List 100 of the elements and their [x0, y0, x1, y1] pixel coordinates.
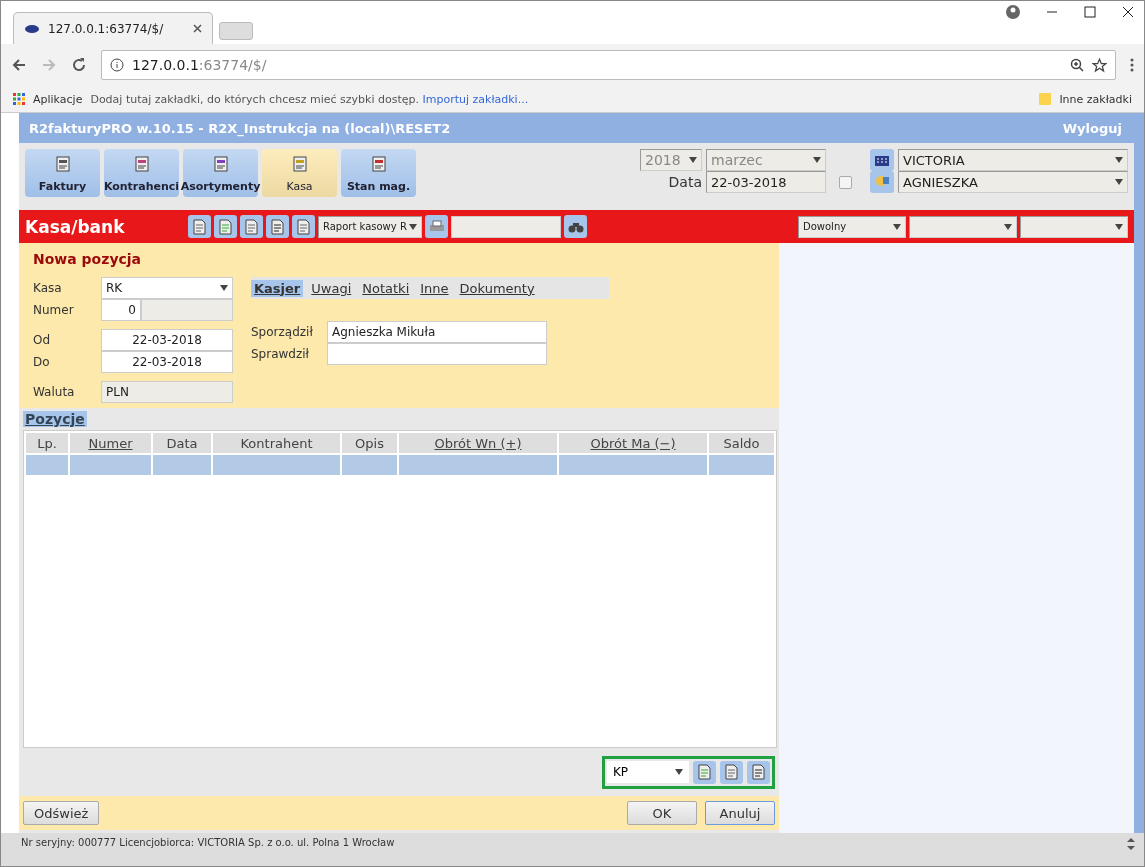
- search-button[interactable]: [564, 215, 587, 238]
- back-icon[interactable]: [11, 57, 27, 73]
- filter-select[interactable]: [1020, 215, 1128, 238]
- form-tab[interactable]: Dokumenty: [456, 279, 538, 297]
- caret-icon: [675, 769, 683, 775]
- caret-icon: [1004, 223, 1012, 230]
- caret-icon: [893, 223, 901, 230]
- field-label: Sporządził: [251, 325, 314, 339]
- filter-select[interactable]: Dowolny: [798, 215, 906, 238]
- form-tab[interactable]: Inne: [417, 279, 452, 297]
- add-document-icon: [697, 764, 712, 780]
- table-cell: [153, 455, 211, 475]
- module-icon: [133, 155, 150, 173]
- other-bookmarks[interactable]: Inne zakładki: [1059, 92, 1132, 106]
- close-icon[interactable]: [193, 24, 202, 33]
- site-icon: [24, 23, 40, 34]
- column-header: Saldo: [709, 433, 774, 453]
- caret-icon: [813, 157, 821, 163]
- checked-by-field[interactable]: [327, 343, 547, 365]
- close-icon[interactable]: [1122, 6, 1134, 18]
- print-button[interactable]: [425, 215, 448, 238]
- form-tab[interactable]: Uwagi: [308, 279, 355, 297]
- remove-button[interactable]: [747, 760, 770, 784]
- date-checkbox[interactable]: [838, 175, 852, 189]
- field-label: Kasa: [33, 281, 63, 295]
- search-field[interactable]: [451, 215, 561, 238]
- import-bookmarks-link[interactable]: Importuj zakładki...: [422, 92, 529, 106]
- toolbar-button[interactable]: [214, 215, 237, 238]
- module-button[interactable]: Asortymenty: [183, 149, 258, 197]
- table-cell: [342, 455, 397, 475]
- apps-icon[interactable]: [13, 93, 25, 105]
- column-header: Lp.: [26, 433, 68, 453]
- info-icon[interactable]: [110, 58, 124, 72]
- module-button[interactable]: Faktury: [25, 149, 100, 197]
- date-from-field[interactable]: 22-03-2018: [101, 329, 233, 351]
- zoom-icon[interactable]: [1070, 58, 1084, 72]
- user-select[interactable]: AGNIESZKA: [898, 171, 1128, 193]
- refresh-document-icon: [296, 218, 311, 235]
- cancel-button[interactable]: Anuluj: [705, 801, 775, 825]
- printer-icon: [428, 219, 445, 234]
- field-label: Od: [33, 333, 52, 347]
- caret-icon: [689, 157, 697, 163]
- form-tab[interactable]: Kasjer: [251, 279, 304, 297]
- caret-icon: [1115, 179, 1123, 185]
- profile-icon[interactable]: [1006, 5, 1020, 19]
- column-header: Opis: [342, 433, 397, 453]
- edit-document-icon: [244, 218, 259, 235]
- module-icon: [370, 155, 387, 173]
- caret-icon: [1115, 157, 1123, 163]
- report-select[interactable]: Raport kasowy R: [318, 215, 422, 238]
- toolbar-button[interactable]: [292, 215, 315, 238]
- date-field[interactable]: 22-03-2018: [706, 171, 826, 193]
- number-field[interactable]: 0: [101, 299, 141, 321]
- column-header[interactable]: Numer: [70, 433, 151, 453]
- browser-tab[interactable]: 127.0.0.1:63774/$/: [13, 12, 213, 44]
- maximize-icon[interactable]: [1084, 6, 1096, 18]
- module-icon: [212, 155, 229, 173]
- edit-button[interactable]: [720, 760, 743, 784]
- scroll-arrows-icon[interactable]: [1126, 837, 1136, 851]
- menu-icon[interactable]: [1130, 58, 1134, 72]
- star-icon[interactable]: [1092, 57, 1107, 73]
- column-header[interactable]: Obrót Wn (+): [399, 433, 557, 453]
- toolbar-button[interactable]: [266, 215, 289, 238]
- refresh-button[interactable]: Odśwież: [23, 801, 100, 825]
- add-button[interactable]: [693, 760, 716, 784]
- edit-document-icon: [724, 764, 739, 780]
- form-heading: Nowa pozycja: [33, 251, 143, 267]
- address-bar[interactable]: 127.0.0.1:63774/$/: [101, 50, 1116, 80]
- company-select[interactable]: VICTORIA: [898, 149, 1128, 171]
- app-title: R2fakturyPRO w.10.15 - R2X_Instrukcja na (local)\RESET2: [29, 120, 451, 136]
- module-button[interactable]: Kontrahenci: [104, 149, 179, 197]
- reload-icon[interactable]: [71, 57, 87, 73]
- date-label: Data: [668, 174, 702, 190]
- building-icon[interactable]: [870, 149, 894, 171]
- currency-field: PLN: [101, 381, 233, 403]
- caret-icon: [220, 285, 228, 291]
- caret-icon: [409, 223, 417, 230]
- kasa-select[interactable]: RK: [101, 277, 233, 299]
- add-document-icon: [218, 218, 233, 235]
- tab-title: 127.0.0.1:63774/$/: [48, 21, 164, 36]
- module-button[interactable]: Stan mag.: [341, 149, 416, 197]
- module-button[interactable]: Kasa: [262, 149, 337, 197]
- date-to-field[interactable]: 22-03-2018: [101, 351, 233, 373]
- column-header: Data: [153, 433, 211, 453]
- filter-select[interactable]: [909, 215, 1017, 238]
- form-tab[interactable]: Notatki: [359, 279, 413, 297]
- apps-link[interactable]: Aplikacje: [33, 92, 83, 106]
- ok-button[interactable]: OK: [627, 801, 697, 825]
- remove-document-icon: [270, 218, 285, 235]
- document-type-select[interactable]: KP: [607, 761, 689, 783]
- field-label: Waluta: [33, 385, 76, 399]
- column-header[interactable]: Obrót Ma (−): [559, 433, 707, 453]
- column-header: Kontrahent: [213, 433, 340, 453]
- module-icon: [291, 155, 308, 173]
- document-icon: [192, 218, 207, 235]
- toolbar-button[interactable]: [240, 215, 263, 238]
- field-label: Numer: [33, 303, 75, 317]
- positions-heading[interactable]: Pozycje: [23, 411, 87, 427]
- toolbar-button[interactable]: [188, 215, 211, 238]
- prepared-by-field[interactable]: Agnieszka Mikuła: [327, 321, 547, 343]
